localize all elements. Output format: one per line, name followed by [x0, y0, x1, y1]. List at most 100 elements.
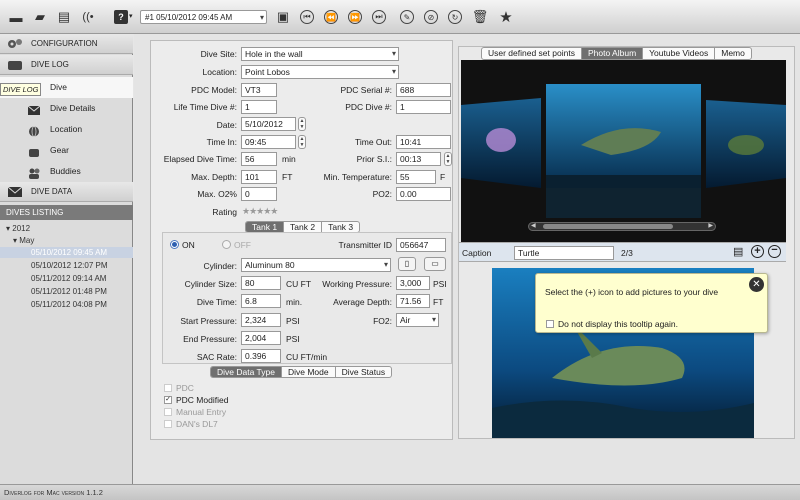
wireless-icon[interactable]: ((• — [80, 9, 96, 25]
dive-list-item[interactable]: 05/11/2012 09:14 AM — [0, 273, 133, 284]
min-temp-field[interactable]: 55 — [396, 170, 436, 184]
date-field[interactable]: 5/10/2012 — [241, 117, 296, 131]
logbook-icon — [7, 59, 23, 71]
po2-field[interactable]: 0.00 — [396, 187, 451, 201]
refresh-icon[interactable]: ↻ — [448, 10, 462, 24]
end-pressure-unit: PSI — [286, 334, 300, 344]
tab-youtube-videos[interactable]: Youtube Videos — [643, 48, 716, 59]
avg-depth-field[interactable]: 71.56 — [396, 294, 430, 308]
pdc-serial-field[interactable]: 688 — [396, 83, 451, 97]
tab-memo[interactable]: Memo — [715, 48, 751, 59]
sidebar-section-configuration[interactable]: CONFIGURATION — [0, 34, 133, 54]
cylinder-size-field[interactable]: 80 — [241, 276, 281, 290]
battery-icon-button[interactable]: ▭ — [424, 257, 446, 271]
sidebar-item-location[interactable]: Location — [0, 119, 133, 140]
end-pressure-field[interactable]: 2,004 — [241, 331, 281, 345]
sidebar-section-dive-log[interactable]: DIVE LOG — [0, 55, 133, 75]
date-label: Date: — [216, 120, 237, 130]
print-photo-icon[interactable]: ▤ — [733, 246, 747, 258]
photo-carousel[interactable]: ◀ ▶ — [461, 60, 786, 242]
sidebar-item-gear[interactable]: Gear — [0, 140, 133, 161]
prior-si-stepper[interactable]: ▲ ▼ — [444, 152, 452, 166]
caption-field[interactable]: Turtle — [514, 246, 614, 260]
dive-list-item[interactable]: 05/10/2012 09:45 AM — [0, 247, 133, 258]
tank-icon-button[interactable]: ▯ — [398, 257, 416, 271]
tab-photo-album[interactable]: Photo Album — [581, 48, 644, 59]
off-radio[interactable] — [222, 240, 231, 249]
tab-dive-data-type[interactable]: Dive Data Type — [211, 367, 282, 377]
fast-forward-icon[interactable]: ⏩ — [348, 10, 362, 24]
tab-dive-mode[interactable]: Dive Mode — [282, 367, 336, 377]
po2-label: PO2: — [372, 189, 392, 199]
on-radio[interactable] — [170, 240, 179, 249]
transmitter-field[interactable]: 056647 — [396, 238, 446, 252]
max-depth-label: Max. Depth: — [191, 172, 237, 182]
tab-tank-3[interactable]: Tank 3 — [322, 222, 359, 232]
pdc-checkbox[interactable] — [164, 384, 172, 392]
pdc-model-label: PDC Model: — [191, 85, 237, 95]
time-in-field[interactable]: 09:45 — [241, 135, 296, 149]
start-pressure-field[interactable]: 2,324 — [241, 313, 281, 327]
pdc-model-field[interactable]: VT3 — [241, 83, 277, 97]
manual-entry-checkbox[interactable] — [164, 408, 172, 416]
folder-icon[interactable]: ▰ — [32, 9, 48, 25]
pdc-dive-field[interactable]: 1 — [396, 100, 451, 114]
carousel-scrollbar[interactable]: ◀ ▶ — [528, 222, 716, 231]
data-icon — [7, 186, 23, 198]
dive-site-label: Dive Site: — [200, 49, 237, 59]
dive-time-field[interactable]: 6.8 — [241, 294, 281, 308]
fo2-dropdown[interactable]: Air — [396, 313, 439, 327]
sidebar-item-label: Buddies — [50, 166, 81, 176]
cylinder-dropdown[interactable]: Aluminum 80 — [241, 258, 391, 272]
first-icon[interactable]: ⏮ — [300, 10, 314, 24]
scroll-left-icon[interactable]: ◀ — [531, 222, 536, 229]
tab-user-defined-set-points[interactable]: User defined set points — [482, 48, 582, 59]
star-icon[interactable]: ★ — [498, 9, 514, 26]
max-depth-field[interactable]: 101 — [241, 170, 277, 184]
time-in-stepper[interactable]: ▲ ▼ — [298, 135, 306, 149]
tree-year[interactable]: ▾ 2012 — [0, 223, 133, 234]
date-stepper[interactable]: ▲ ▼ — [298, 117, 306, 131]
rewind-icon[interactable]: ⏪ — [324, 10, 338, 24]
dive-list-item[interactable]: 05/11/2012 04:08 PM — [0, 299, 133, 310]
dive-site-dropdown[interactable]: Hole in the wall — [241, 47, 399, 61]
time-out-field[interactable]: 10:41 — [396, 135, 451, 149]
tree-month[interactable]: ▾ May — [0, 235, 133, 246]
tab-tank-1[interactable]: Tank 1 — [246, 222, 285, 232]
rating-stars[interactable]: ★★★★★ — [242, 206, 278, 217]
prior-si-field[interactable]: 00:13 — [396, 152, 441, 166]
dive-list-item[interactable]: 05/11/2012 01:48 PM — [0, 286, 133, 297]
dive-select-dropdown[interactable]: #1 05/10/2012 09:45 AM — [140, 10, 267, 24]
remove-photo-icon[interactable]: − — [768, 245, 781, 258]
tab-tank-2[interactable]: Tank 2 — [284, 222, 323, 232]
dive-list-item[interactable]: 05/10/2012 12:07 PM — [0, 260, 133, 271]
carousel-scroll-thumb[interactable] — [543, 224, 673, 229]
close-icon[interactable]: ✕ — [749, 277, 764, 292]
dont-show-tooltip-checkbox[interactable] — [546, 320, 554, 328]
elapsed-time-field[interactable]: 56 — [241, 152, 277, 166]
new-dive-icon[interactable]: ✎ — [400, 10, 414, 24]
help-dropdown-arrow-icon[interactable]: ▾ — [129, 12, 133, 20]
sidebar-item-buddies[interactable]: Buddies — [0, 161, 133, 182]
pdc-modified-checkbox[interactable]: ✓ — [164, 396, 172, 404]
tab-dive-status[interactable]: Dive Status — [336, 367, 391, 377]
max-o2-field[interactable]: 0 — [241, 187, 277, 201]
sidebar-item-dive-details[interactable]: Dive Details — [0, 98, 133, 119]
dans-dl7-checkbox[interactable] — [164, 420, 172, 428]
print-icon[interactable]: ▤ — [56, 9, 72, 25]
location-dropdown[interactable]: Point Lobos — [241, 65, 399, 79]
last-icon[interactable]: ⏭ — [372, 10, 386, 24]
save-icon[interactable]: ▣ — [275, 9, 291, 25]
sac-rate-field[interactable]: 0.396 — [241, 349, 281, 363]
add-photo-icon[interactable]: + — [751, 245, 764, 258]
no-edit-icon[interactable]: ⊘ — [424, 10, 438, 24]
scroll-right-icon[interactable]: ▶ — [708, 222, 713, 229]
globe-icon — [28, 124, 40, 137]
lifetime-dive-field[interactable]: 1 — [241, 100, 277, 114]
folder-open-icon[interactable]: ▬ — [8, 9, 24, 25]
working-pressure-field[interactable]: 3,000 — [396, 276, 430, 290]
working-pressure-unit: PSI — [433, 279, 447, 289]
sidebar-section-dive-data[interactable]: DIVE DATA — [0, 182, 133, 202]
trash-icon[interactable]: 🗑 — [472, 9, 489, 25]
help-icon[interactable]: ? — [114, 10, 128, 24]
